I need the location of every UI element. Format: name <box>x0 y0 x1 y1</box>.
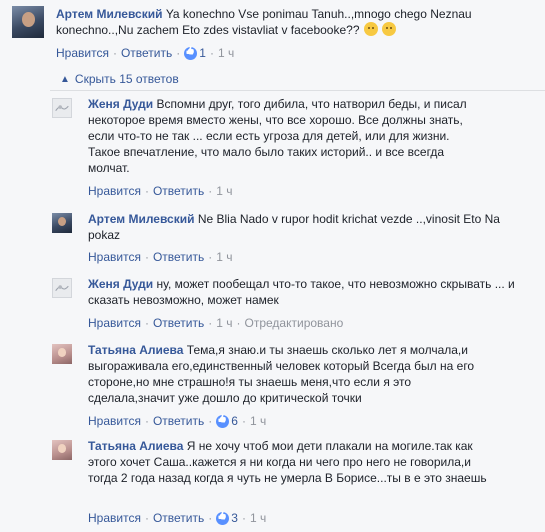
edited-label[interactable]: Отредактировано <box>245 316 344 330</box>
reply-actions: Нравится · Ответить · 6 · 1 ч <box>88 414 266 428</box>
like-button[interactable]: Нравится <box>88 511 141 525</box>
reply-button[interactable]: Ответить <box>153 316 204 330</box>
reply-author[interactable]: Женя Дуди <box>88 277 153 291</box>
timestamp[interactable]: 1 ч <box>218 46 234 60</box>
reply-author[interactable]: Женя Дуди <box>88 97 153 111</box>
like-button[interactable]: Нравится <box>88 414 141 428</box>
comment-actions: Нравится · Ответить · 1 · 1 ч <box>56 46 234 60</box>
avatar[interactable] <box>52 440 72 460</box>
reply-button[interactable]: Ответить <box>153 511 204 525</box>
chevron-up-icon: ▲ <box>60 73 70 85</box>
reply-button[interactable]: Ответить <box>153 250 204 264</box>
reply-actions: Нравится · Ответить · 1 ч <box>88 250 233 264</box>
divider <box>50 90 545 91</box>
like-count[interactable]: 1 <box>184 46 206 60</box>
like-button[interactable]: Нравится <box>88 184 141 198</box>
avatar[interactable] <box>52 344 72 364</box>
avatar[interactable] <box>52 213 72 233</box>
reply-author[interactable]: Татьяна Алиева <box>88 343 183 357</box>
like-button[interactable]: Нравится <box>88 316 141 330</box>
flushed-emoji-icon <box>382 22 397 36</box>
thumbs-up-icon <box>216 414 230 428</box>
avatar[interactable] <box>52 278 72 298</box>
like-button[interactable]: Нравится <box>88 250 141 264</box>
reply-button[interactable]: Ответить <box>153 414 204 428</box>
reply-actions: Нравится · Ответить · 1 ч · Отредактиров… <box>88 316 344 330</box>
timestamp[interactable]: 1 ч <box>216 184 232 198</box>
reply-author[interactable]: Артем Милевский <box>88 212 194 226</box>
timestamp[interactable]: 1 ч <box>216 316 232 330</box>
smirk-emoji-icon <box>363 22 378 36</box>
timestamp[interactable]: 1 ч <box>250 414 266 428</box>
like-button[interactable]: Нравится <box>56 46 109 60</box>
thumbs-up-icon <box>216 511 230 525</box>
avatar[interactable] <box>52 98 72 118</box>
thumbs-up-icon <box>184 46 198 60</box>
reply-actions: Нравится · Ответить · 1 ч <box>88 184 233 198</box>
comment-author[interactable]: Артем Милевский <box>56 7 162 21</box>
reply-author[interactable]: Татьяна Алиева <box>88 439 183 453</box>
reply-button[interactable]: Ответить <box>121 46 172 60</box>
reply-actions: Нравится · Ответить · 3 · 1 ч <box>88 511 266 525</box>
timestamp[interactable]: 1 ч <box>216 250 232 264</box>
timestamp[interactable]: 1 ч <box>250 511 266 525</box>
like-count[interactable]: 3 <box>216 511 238 525</box>
hide-replies-link[interactable]: ▲ Скрыть 15 ответов <box>60 72 179 86</box>
like-count[interactable]: 6 <box>216 414 238 428</box>
reply-button[interactable]: Ответить <box>153 184 204 198</box>
avatar[interactable] <box>12 6 44 38</box>
